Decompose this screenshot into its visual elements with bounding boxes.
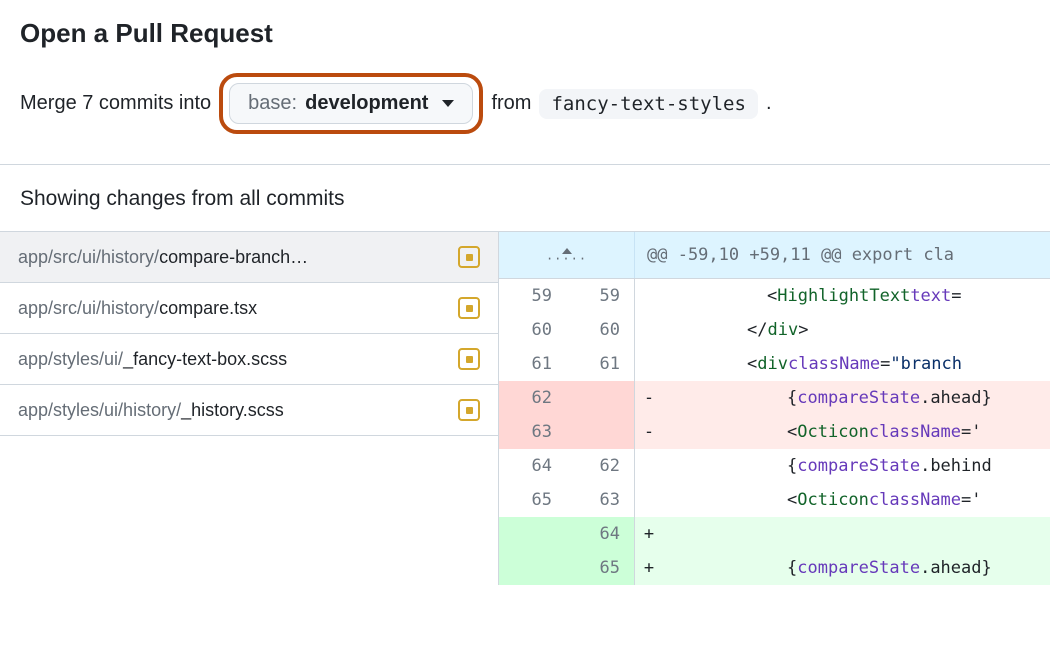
diff-line[interactable]: 65+{compareState.ahead}: [499, 551, 1050, 585]
merge-description: Merge 7 commits into base: development f…: [20, 73, 1030, 134]
highlight-ring: base: development: [219, 73, 483, 134]
diff-line[interactable]: 6060 </div>: [499, 313, 1050, 347]
diff-sign: -: [635, 381, 659, 415]
modified-icon: [458, 297, 480, 319]
base-branch-name: development: [305, 92, 428, 115]
line-number-new: [567, 381, 635, 415]
diff-sign: [635, 347, 659, 381]
expand-hunk-button[interactable]: ·····: [499, 232, 635, 278]
line-number-new: 60: [567, 313, 635, 347]
line-number-old: 61: [499, 347, 567, 381]
file-path: app/styles/ui/_fancy-text-box.scss: [18, 349, 287, 370]
diff-code: {compareState.behind: [659, 449, 1050, 483]
diff-code: <Octicon className=': [659, 483, 1050, 517]
line-number-new: 59: [567, 279, 635, 313]
diff-line[interactable]: 5959 <HighlightText text=: [499, 279, 1050, 313]
diff-code: </div>: [659, 313, 1050, 347]
file-path: app/styles/ui/history/_history.scss: [18, 400, 284, 421]
file-list: app/src/ui/history/compare-branch… app/sr…: [0, 232, 498, 585]
line-number-old: 63: [499, 415, 567, 449]
diff-line[interactable]: 63 -<Octicon className=': [499, 415, 1050, 449]
diff-sign: -: [635, 415, 659, 449]
diff-sign: +: [635, 551, 659, 585]
modified-icon: [458, 348, 480, 370]
base-label: base:: [248, 92, 297, 115]
line-number-new: 64: [567, 517, 635, 551]
hunk-header-text: @@ -59,10 +59,11 @@ export cla: [635, 232, 1050, 278]
line-number-old: 59: [499, 279, 567, 313]
changes-subheader: Showing changes from all commits: [0, 165, 1050, 231]
diff-panel: ····· @@ -59,10 +59,11 @@ export cla 595…: [498, 232, 1050, 585]
diff-line[interactable]: 62 -{compareState.ahead}: [499, 381, 1050, 415]
diff-sign: [635, 449, 659, 483]
diff-code: {compareState.ahead}: [659, 381, 1050, 415]
diff-code: <Octicon className=': [659, 415, 1050, 449]
file-path: app/src/ui/history/compare-branch…: [18, 247, 308, 268]
modified-icon: [458, 246, 480, 268]
file-row[interactable]: app/src/ui/history/compare-branch…: [0, 232, 498, 283]
period-text: .: [766, 92, 772, 115]
diff-sign: [635, 279, 659, 313]
diff-sign: [635, 483, 659, 517]
line-number-old: 64: [499, 449, 567, 483]
diff-line[interactable]: 6462 {compareState.behind: [499, 449, 1050, 483]
diff-line[interactable]: 6563 <Octicon className=': [499, 483, 1050, 517]
diff-line[interactable]: 6161 <div className="branch: [499, 347, 1050, 381]
line-number-new: 61: [567, 347, 635, 381]
diff-sign: [635, 313, 659, 347]
diff-code: [659, 517, 1050, 551]
hunk-header-row: ····· @@ -59,10 +59,11 @@ export cla: [499, 232, 1050, 279]
file-row[interactable]: app/src/ui/history/compare.tsx: [0, 283, 498, 334]
line-number-old: 60: [499, 313, 567, 347]
diff-sign: +: [635, 517, 659, 551]
source-branch-tag: fancy-text-styles: [539, 89, 757, 119]
caret-down-icon: [442, 100, 454, 107]
expand-up-icon: ·····: [546, 248, 587, 262]
file-row[interactable]: app/styles/ui/history/_history.scss: [0, 385, 498, 436]
line-number-old: [499, 551, 567, 585]
diff-code: {compareState.ahead}: [659, 551, 1050, 585]
line-number-new: 63: [567, 483, 635, 517]
line-number-new: 65: [567, 551, 635, 585]
line-number-old: 65: [499, 483, 567, 517]
page-title: Open a Pull Request: [20, 18, 1030, 49]
from-text: from: [491, 92, 531, 115]
diff-code: <div className="branch: [659, 347, 1050, 381]
merge-prefix-text: Merge 7 commits into: [20, 92, 211, 115]
modified-icon: [458, 399, 480, 421]
diff-body: 5959 <HighlightText text= 6060 </div> 6161 <d…: [499, 279, 1050, 585]
file-path: app/src/ui/history/compare.tsx: [18, 298, 257, 319]
line-number-old: [499, 517, 567, 551]
line-number-new: 62: [567, 449, 635, 483]
line-number-old: 62: [499, 381, 567, 415]
file-row[interactable]: app/styles/ui/_fancy-text-box.scss: [0, 334, 498, 385]
line-number-new: [567, 415, 635, 449]
diff-line[interactable]: 64+: [499, 517, 1050, 551]
diff-code: <HighlightText text=: [659, 279, 1050, 313]
base-branch-dropdown[interactable]: base: development: [229, 83, 473, 124]
